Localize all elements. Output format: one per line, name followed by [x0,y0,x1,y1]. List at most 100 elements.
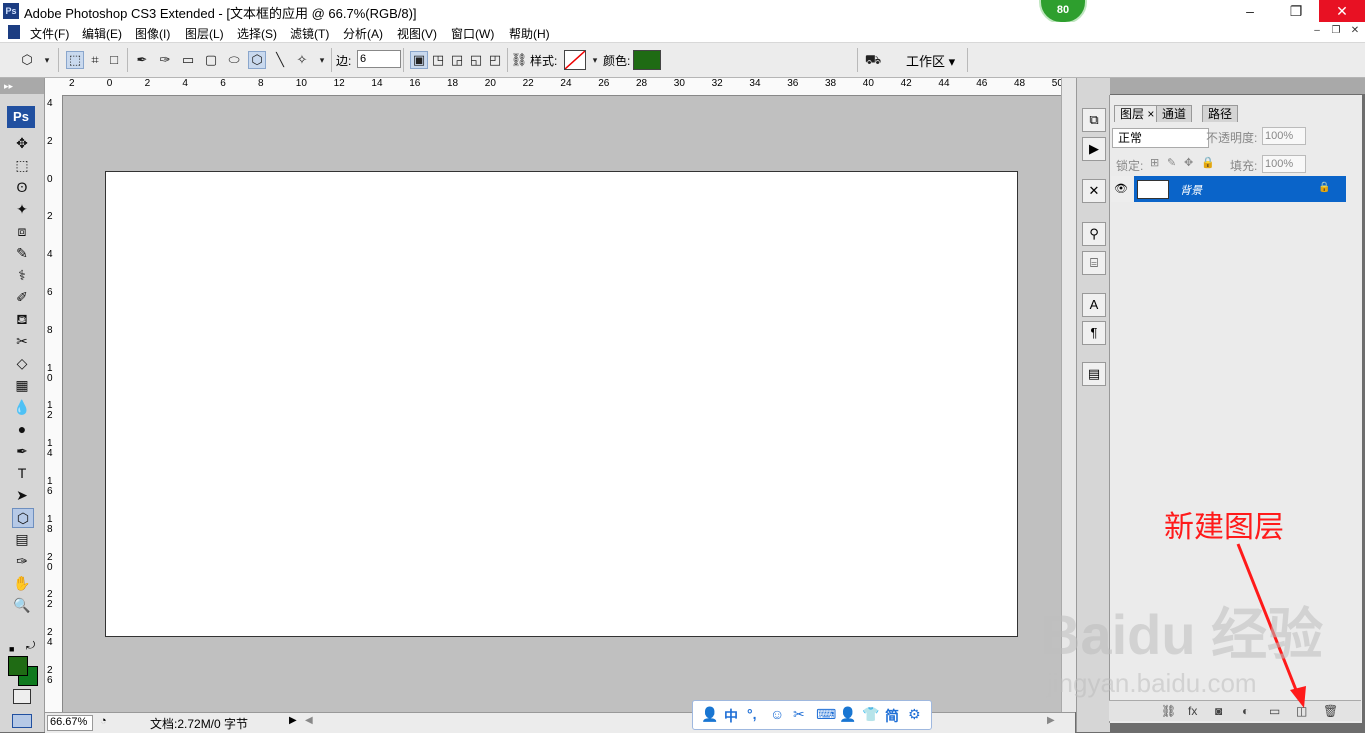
pen-tool-icon[interactable]: ✒ [133,51,151,69]
layer-name[interactable]: 背景 [1180,182,1202,198]
photoshop-logo[interactable]: Ps [7,106,35,128]
ime-item-7[interactable]: 👕 [862,706,879,723]
ime-item-6[interactable]: 👤 [839,706,856,723]
tool-icon-2[interactable]: ʘ [12,178,32,196]
add-to-shape-icon[interactable]: ◳ [429,51,447,69]
intersect-shape-icon[interactable]: ◱ [467,51,485,69]
dock-panel-icon-3[interactable]: ⚲ [1082,222,1106,246]
layer-style-icon[interactable]: fx [1188,704,1197,718]
tool-icon-7[interactable]: ✐ [12,288,32,306]
style-swatch[interactable] [564,50,586,70]
quick-mask-icon[interactable] [13,689,31,704]
rounded-rectangle-icon[interactable]: ▢ [202,51,220,69]
freeform-pen-icon[interactable]: ✑ [156,51,174,69]
dock-panel-icon-5[interactable]: A [1082,293,1106,317]
tab-layers[interactable]: 图层 × [1114,105,1161,122]
rectangle-icon[interactable]: ▭ [179,51,197,69]
ime-item-4[interactable]: ✂ [793,706,805,723]
ime-item-1[interactable]: 中 [724,706,738,726]
document-canvas[interactable] [105,171,1018,637]
fill-field[interactable]: 100% [1262,155,1306,173]
tool-icon-17[interactable]: ⬡ [12,508,34,528]
tool-icon-1[interactable]: ⬚ [12,156,32,174]
tool-icon-13[interactable]: ● [12,420,32,438]
tool-icon-11[interactable]: ▦ [12,376,32,394]
paths-mode-icon[interactable]: ⌗ [86,51,104,69]
menu-layer[interactable]: 图层(L) [185,25,224,42]
swap-colors-icon[interactable]: ⤾ [26,640,35,653]
preset-dropdown-icon[interactable]: ▾ [38,51,56,69]
close-button[interactable]: ✕ [1319,0,1365,22]
blend-mode-select[interactable]: 正常 [1112,128,1209,148]
tool-icon-21[interactable]: 🔍 [12,596,32,614]
minimize-button[interactable]: – [1227,0,1273,22]
tool-icon-5[interactable]: ✎ [12,244,32,262]
zoom-field[interactable]: 66.67% [47,715,93,731]
tool-icon-4[interactable]: ⧈ [12,222,32,240]
tool-icon-9[interactable]: ✂ [12,332,32,350]
vertical-ruler[interactable]: 4 2 0 2 4 6 8 10 12 14 16 18 20 22 24 26 [45,95,63,712]
bridge-icon[interactable]: ⛟ [864,51,882,69]
dock-panel-icon-0[interactable]: ⧉ [1082,108,1106,132]
workspace-menu[interactable]: 工作区 ▾ [906,51,955,70]
dock-panel-icon-6[interactable]: ¶ [1082,321,1106,345]
geometry-options-icon[interactable]: ▾ [313,51,331,69]
doc-close-icon[interactable]: ✕ [1346,25,1364,39]
sides-input[interactable] [357,50,401,68]
dock-header[interactable] [1076,78,1365,94]
menu-view[interactable]: 视图(V) [397,25,437,42]
lock-transparent-icon[interactable]: ⊞ [1150,156,1159,169]
dock-panel-icon-2[interactable]: ✕ [1082,179,1106,203]
lock-image-icon[interactable]: ✎ [1167,156,1176,169]
opacity-field[interactable]: 100% [1262,127,1306,145]
create-new-shape-icon[interactable]: ▣ [410,51,428,69]
ime-item-0[interactable]: 👤 [701,706,718,723]
ime-item-2[interactable]: °, [747,706,757,722]
tool-icon-0[interactable]: ✥ [12,134,32,152]
ime-item-8[interactable]: 简 [885,706,899,726]
layer-thumbnail[interactable] [1137,180,1169,199]
doc-minimize-icon[interactable]: – [1308,25,1326,39]
toolbox-collapse-icon[interactable]: ▸▸ [0,78,44,94]
menu-window[interactable]: 窗口(W) [451,25,494,42]
tool-icon-18[interactable]: ▤ [12,530,32,548]
doc-restore-icon[interactable]: ❐ [1327,25,1345,39]
status-info-icon[interactable]: ◔ [100,715,107,727]
tool-icon-8[interactable]: ⛾ [12,310,32,328]
tool-icon-3[interactable]: ✦ [12,200,32,218]
menu-filter[interactable]: 滤镜(T) [290,25,329,42]
tool-icon-12[interactable]: 💧 [12,398,32,416]
menu-select[interactable]: 选择(S) [237,25,277,42]
custom-shape-icon[interactable]: ✧ [293,51,311,69]
ime-item-5[interactable]: ⌨ [816,706,836,723]
menu-file[interactable]: 文件(F) [30,25,69,42]
scroll-left-icon[interactable]: ◀ [305,715,313,726]
tool-icon-10[interactable]: ◇ [12,354,32,372]
tool-icon-6[interactable]: ⚕ [12,266,32,284]
fill-pixels-icon[interactable]: □ [105,51,123,69]
status-menu-arrow-icon[interactable]: ▶ [289,715,297,726]
dock-panel-icon-7[interactable]: ▤ [1082,362,1106,386]
lock-position-icon[interactable]: ✥ [1184,156,1193,169]
exclude-shape-icon[interactable]: ◰ [486,51,504,69]
menu-analysis[interactable]: 分析(A) [343,25,383,42]
line-icon[interactable]: ╲ [271,51,289,69]
link-layers-icon[interactable]: ⛓ [1161,704,1176,718]
foreground-color-swatch[interactable] [8,656,28,676]
tool-icon-15[interactable]: T [12,464,32,482]
tool-icon-16[interactable]: ➤ [12,486,32,504]
tab-paths[interactable]: 路径 [1202,105,1239,122]
horizontal-ruler[interactable]: 2 0 2 4 6 8 10 12 14 16 18 20 22 24 26 28 30 32 34 36 38 40 42… [63,78,1061,96]
link-style-icon[interactable]: ⛓ [510,51,528,69]
ellipse-icon[interactable]: ⬭ [225,51,243,69]
menu-help[interactable]: 帮助(H) [509,25,550,42]
tab-channels[interactable]: 通道 [1156,105,1193,122]
scroll-right-icon[interactable]: ▶ [1047,715,1055,726]
dock-panel-icon-1[interactable]: ▶ [1082,137,1106,161]
polygon-tool-preset-icon[interactable]: ⬡ [18,51,36,69]
visibility-eye-icon[interactable]: 👁 [1114,182,1128,195]
shape-color-swatch[interactable] [633,50,661,70]
default-colors-icon[interactable]: ■ [9,644,14,654]
notification-badge[interactable]: 80 [1039,0,1087,24]
polygon-icon[interactable]: ⬡ [248,51,266,69]
